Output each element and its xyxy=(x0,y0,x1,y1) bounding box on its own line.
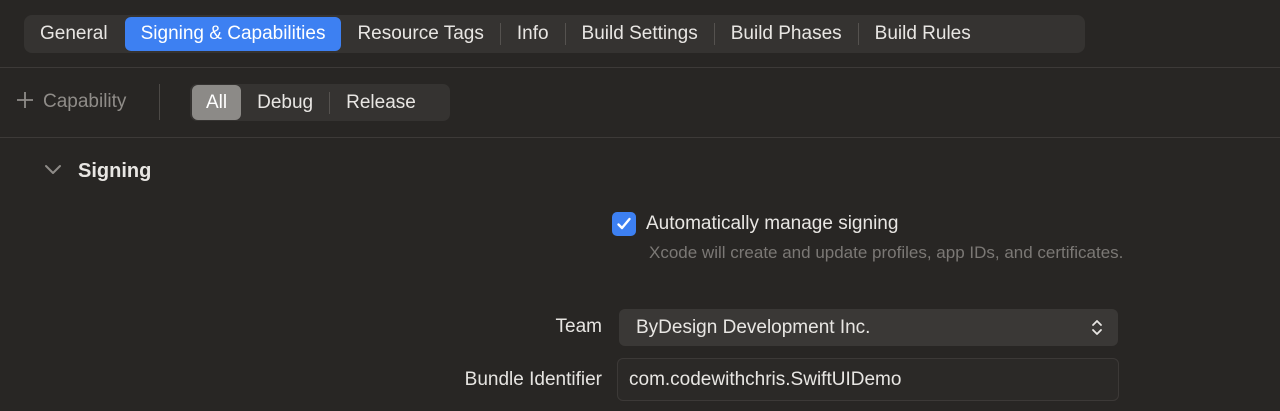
team-popup[interactable]: ByDesign Development Inc. xyxy=(619,309,1118,346)
tab-build-rules[interactable]: Build Rules xyxy=(859,17,987,51)
plus-icon xyxy=(16,90,34,114)
bundle-identifier-field[interactable]: com.codewithchris.SwiftUIDemo xyxy=(617,358,1119,401)
tab-build-phases[interactable]: Build Phases xyxy=(715,17,858,51)
add-capability-label: Capability xyxy=(43,91,127,112)
section-title: Signing xyxy=(78,160,152,182)
tab-build-settings[interactable]: Build Settings xyxy=(566,17,714,51)
filter-debug[interactable]: Debug xyxy=(241,85,329,120)
tab-general[interactable]: General xyxy=(24,17,124,51)
checkmark-icon xyxy=(617,217,631,230)
up-down-chevron-icon xyxy=(1092,320,1102,335)
add-capability-button[interactable]: Capability xyxy=(16,88,126,116)
toolbar-divider-line xyxy=(0,137,1280,138)
editor-tab-bar: General Signing & Capabilities Resource … xyxy=(24,15,1085,53)
auto-manage-signing-label[interactable]: Automatically manage signing xyxy=(646,213,898,235)
team-value: ByDesign Development Inc. xyxy=(636,316,871,338)
header-divider xyxy=(0,67,1280,68)
tab-resource-tags[interactable]: Resource Tags xyxy=(341,17,499,51)
auto-manage-signing-checkbox[interactable] xyxy=(612,212,636,236)
bundle-identifier-label: Bundle Identifier xyxy=(464,369,602,390)
tab-info[interactable]: Info xyxy=(501,17,565,51)
signing-section-header[interactable]: Signing xyxy=(42,158,151,185)
tab-signing-capabilities[interactable]: Signing & Capabilities xyxy=(124,17,342,51)
configuration-filter: All Debug Release xyxy=(190,84,450,121)
toolbar-divider xyxy=(159,84,160,120)
team-label: Team xyxy=(555,316,602,337)
auto-manage-signing-help: Xcode will create and update profiles, a… xyxy=(649,243,1124,262)
filter-release[interactable]: Release xyxy=(330,85,432,120)
auto-manage-signing-row: Automatically manage signing xyxy=(612,212,898,236)
filter-all[interactable]: All xyxy=(192,85,242,120)
chevron-down-icon[interactable] xyxy=(42,158,78,185)
